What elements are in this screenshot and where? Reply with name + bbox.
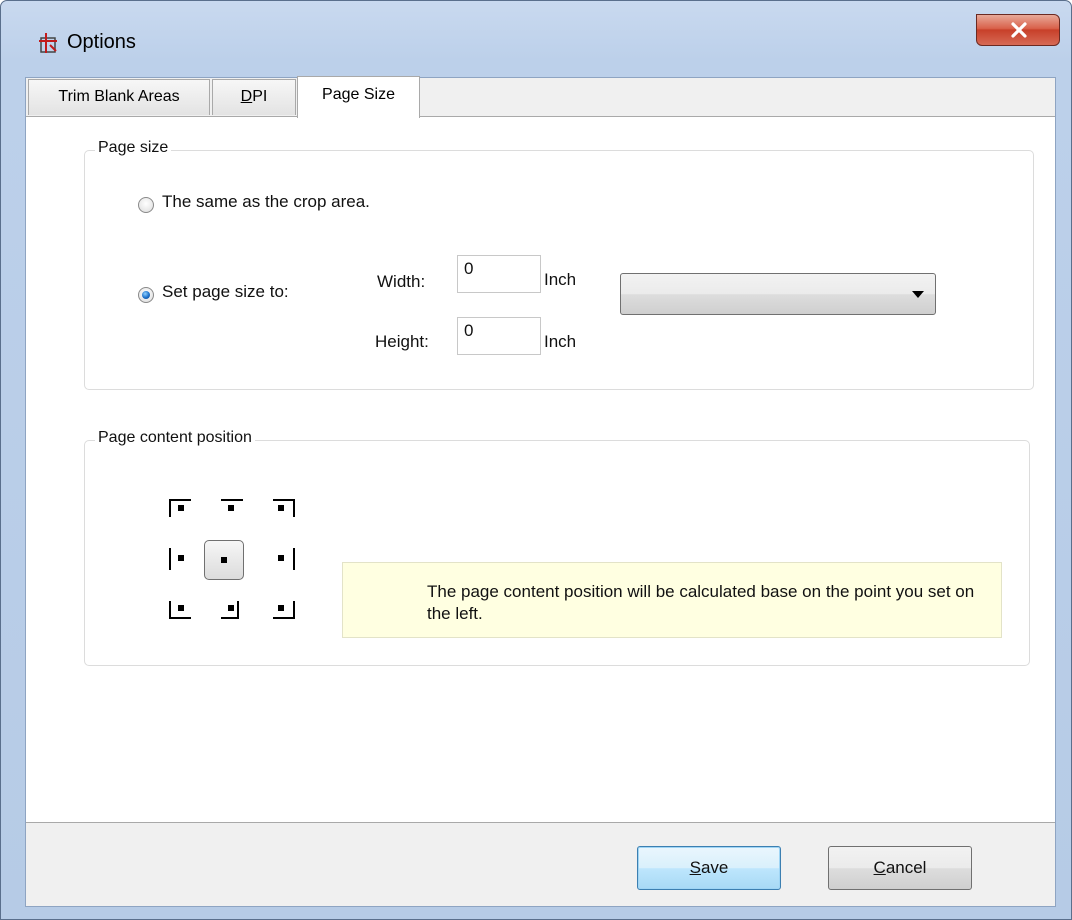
position-top-right[interactable]	[262, 489, 302, 529]
radio-same-as-crop[interactable]	[138, 197, 154, 213]
height-input[interactable]: 0	[457, 317, 541, 355]
title-bar[interactable]: Options	[1, 1, 1071, 65]
close-button[interactable]	[976, 14, 1060, 46]
width-unit: Inch	[544, 270, 577, 289]
close-icon	[1011, 22, 1027, 38]
position-bottom-right[interactable]	[262, 589, 302, 629]
cancel-label: ancel	[885, 858, 927, 877]
position-bottom-left[interactable]	[162, 589, 202, 629]
tab-label: DPI	[240, 88, 268, 105]
position-top-center[interactable]	[212, 489, 252, 529]
position-top-left[interactable]	[162, 489, 202, 529]
position-info-text: The page content position will be calcul…	[427, 582, 975, 623]
page-size-preset-dropdown[interactable]	[620, 273, 936, 315]
width-input[interactable]: 0	[457, 255, 541, 293]
position-center[interactable]	[204, 540, 244, 580]
tab-label: Page Size	[322, 86, 395, 103]
save-button[interactable]: Save	[637, 846, 781, 890]
position-middle-left[interactable]	[162, 539, 202, 579]
position-info-note: The page content position will be calcul…	[342, 562, 1002, 638]
radio-set-page-size[interactable]	[138, 287, 154, 303]
options-dialog: Options Trim Blank Areas DPI Page Size P…	[0, 0, 1072, 920]
height-unit: Inch	[544, 332, 577, 351]
group-legend: Page size	[95, 139, 172, 157]
tab-trim-blank-areas[interactable]: Trim Blank Areas	[28, 79, 210, 115]
save-mnemonic: S	[689, 858, 701, 877]
tab-page-size[interactable]: Page Size	[297, 76, 420, 118]
cancel-mnemonic: C	[873, 858, 886, 877]
tab-label: Trim Blank Areas	[58, 88, 180, 105]
window-title: Options	[67, 31, 136, 53]
radio-set-page-size-label[interactable]: Set page size to:	[162, 282, 289, 302]
position-bottom-center[interactable]	[212, 589, 252, 629]
app-icon	[39, 33, 57, 53]
height-label: Height:	[375, 332, 429, 351]
position-middle-right[interactable]	[262, 539, 302, 579]
width-label: Width:	[377, 272, 426, 291]
cancel-button[interactable]: Cancel	[828, 846, 972, 890]
page-size-panel: Page size The same as the crop area. Set…	[26, 116, 1055, 823]
group-legend: Page content position	[95, 429, 255, 447]
save-label: ave	[700, 858, 729, 877]
dialog-client-area: Trim Blank Areas DPI Page Size Page size…	[25, 76, 1056, 907]
tab-dpi[interactable]: DPI	[212, 79, 296, 115]
chevron-down-icon	[912, 291, 924, 298]
radio-same-as-crop-label[interactable]: The same as the crop area.	[162, 192, 370, 212]
